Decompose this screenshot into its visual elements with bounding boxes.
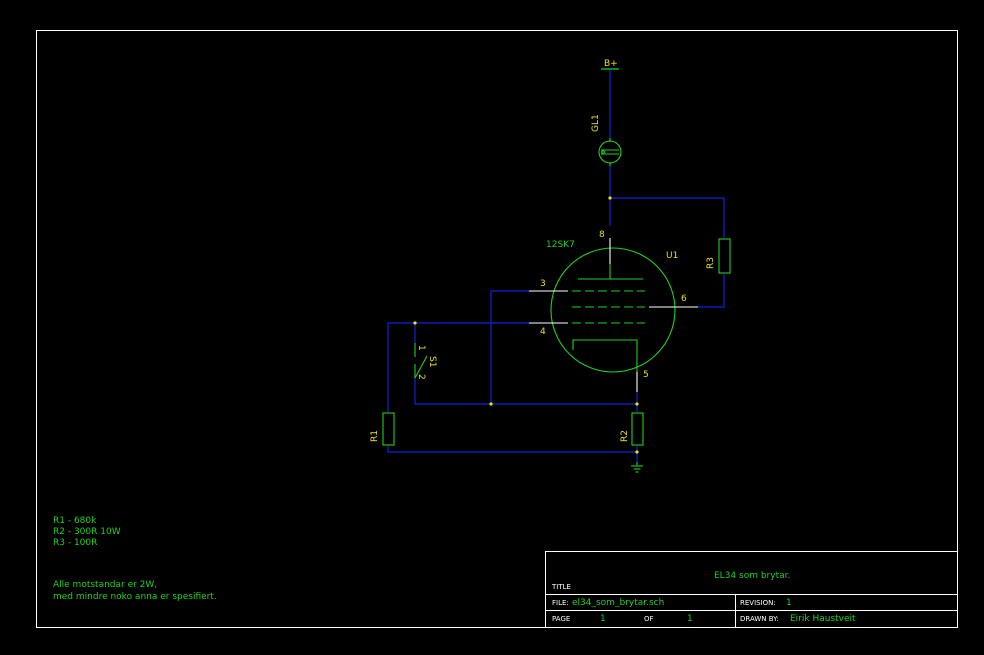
u1-pin-6: 6 <box>681 294 687 304</box>
u1-pin-3: 3 <box>540 279 546 289</box>
revision-value: 1 <box>786 598 792 608</box>
u1-ref: U1 <box>666 251 678 261</box>
r1-resistor: R1 <box>370 412 395 446</box>
title-block: TITLE EL34 som brytar. FILE: el34_som_br… <box>545 551 958 628</box>
s1-pin-2: 2 <box>416 374 426 380</box>
ground-symbol <box>631 462 643 473</box>
page-label: PAGE <box>552 615 570 623</box>
u1-tube: 8 3 4 6 5 12SK7 U1 <box>529 230 698 392</box>
wires <box>387 70 725 462</box>
schematic-sheet: B+ GL1 8 3 4 6 5 12SK7 U1 R3 1 2 S1 R1 R… <box>36 30 958 628</box>
u1-pin-5: 5 <box>643 370 649 380</box>
note-tolerance-line: Alle motstandar er 2W, <box>53 580 157 590</box>
gl1-glow-lamp: GL1 <box>591 114 622 166</box>
file-value: el34_som_brytar.sch <box>572 598 664 608</box>
u1-pin-4: 4 <box>540 327 546 337</box>
note-tolerance-line: med mindre noko anna er spesifiert. <box>53 592 217 602</box>
of-value: 1 <box>687 614 693 624</box>
drawn-by-label: DRAWN BY: <box>740 615 779 623</box>
s1-pin-1: 1 <box>416 345 426 351</box>
junction-dots <box>413 196 639 454</box>
title-value: EL34 som brytar. <box>714 571 790 581</box>
u1-pin-8: 8 <box>599 230 605 240</box>
bplus-supply-symbol: B+ <box>601 59 619 70</box>
r2-ref: R2 <box>620 430 630 442</box>
drawn-by-value: Eirik Haustveit <box>790 614 856 624</box>
file-label: FILE: <box>552 599 569 607</box>
r3-ref: R3 <box>706 257 716 269</box>
revision-label: REVISION: <box>740 599 776 607</box>
r2-resistor: R2 <box>620 412 644 446</box>
of-label: OF <box>644 615 654 623</box>
note-value-line: R1 - 680k <box>53 516 97 526</box>
s1-ref: S1 <box>427 356 437 367</box>
tolerance-note: Alle motstandar er 2W, med mindre noko a… <box>53 580 217 602</box>
note-value-line: R2 - 300R 10W <box>53 527 121 537</box>
u1-value: 12SK7 <box>546 240 575 250</box>
note-value-line: R3 - 100R <box>53 538 97 548</box>
title-label: TITLE <box>551 583 571 591</box>
sheet-border <box>36 30 958 628</box>
s1-switch: 1 2 S1 <box>414 343 437 380</box>
gl1-ref: GL1 <box>591 114 601 132</box>
component-values-note: R1 - 680k R2 - 300R 10W R3 - 100R <box>53 516 121 548</box>
bplus-label: B+ <box>604 59 618 69</box>
r3-resistor: R3 <box>706 238 731 274</box>
r1-ref: R1 <box>370 430 380 442</box>
page-value: 1 <box>600 614 606 624</box>
